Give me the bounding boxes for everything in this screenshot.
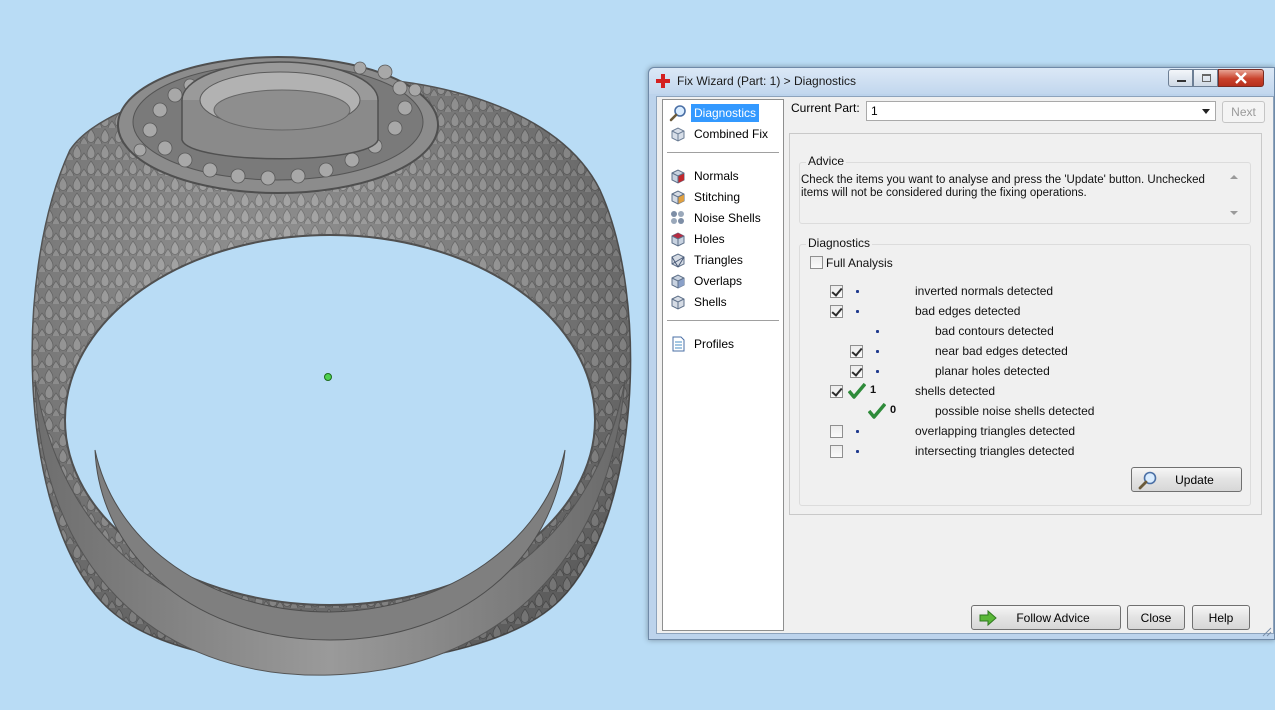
next-button[interactable]: Next [1222, 101, 1265, 123]
near-bad-edges-checkbox[interactable] [850, 345, 863, 358]
nav-divider [667, 152, 779, 153]
green-checkmark-icon [848, 383, 866, 399]
status-dot [856, 310, 859, 313]
close-button[interactable]: Close [1127, 605, 1185, 630]
nav-item-label: Combined Fix [694, 127, 769, 141]
status-dot [856, 430, 859, 433]
window-title: Fix Wizard (Part: 1) > Diagnostics [677, 74, 857, 88]
follow-advice-label: Follow Advice [1016, 610, 1090, 625]
advice-text: Check the items you want to analyse and … [801, 174, 1205, 199]
diag-row-label: planar holes detected [935, 364, 1050, 378]
planar-holes-checkbox[interactable] [850, 365, 863, 378]
nav-item-label: Overlaps [694, 274, 743, 288]
triangles-cube-icon [671, 253, 685, 268]
nav-item-stitching[interactable]: Stitching [669, 187, 777, 207]
close-icon [1235, 72, 1247, 84]
status-dot [856, 450, 859, 453]
diag-row-label: inverted normals detected [915, 284, 1054, 298]
help-label: Help [1208, 610, 1234, 625]
shells-cube-icon [671, 295, 685, 310]
update-button[interactable]: Update [1131, 467, 1242, 492]
scroll-down-icon[interactable] [1230, 211, 1238, 215]
minimize-button[interactable] [1168, 69, 1193, 87]
nav-item-label: Diagnostics [691, 104, 760, 122]
magnifier-icon [669, 105, 686, 122]
diag-row-label: near bad edges detected [935, 344, 1068, 358]
green-checkmark-icon [868, 403, 886, 419]
nav-item-diagnostics[interactable]: Diagnostics [669, 103, 777, 123]
diag-row-label: intersecting triangles detected [915, 444, 1075, 458]
nav-item-label: Shells [694, 295, 727, 309]
inverted-normals-checkbox[interactable] [830, 285, 843, 298]
nav-item-label: Profiles [694, 337, 735, 351]
status-dot [876, 370, 879, 373]
nav-item-combined-fix[interactable]: Combined Fix [669, 124, 777, 144]
stitching-cube-icon [671, 190, 685, 205]
current-part-label: Current Part: [791, 101, 860, 115]
overlapping-triangles-checkbox[interactable] [830, 425, 843, 438]
intersecting-triangles-checkbox[interactable] [830, 445, 843, 458]
nav-item-shells[interactable]: Shells [669, 292, 777, 312]
diag-row-label: shells detected [915, 384, 996, 398]
scroll-up-icon[interactable] [1230, 175, 1238, 179]
advice-title: Advice [806, 154, 847, 168]
document-icon [672, 336, 685, 352]
status-dot [876, 350, 879, 353]
close-window-button[interactable] [1218, 69, 1264, 87]
ring-model-render [31, 56, 632, 676]
nav-item-overlaps[interactable]: Overlaps [669, 271, 777, 291]
bad-edges-checkbox[interactable] [830, 305, 843, 318]
nav-divider [667, 320, 779, 321]
nav-item-normals[interactable]: Normals [669, 166, 777, 186]
nav-item-label: Stitching [694, 190, 741, 204]
3d-viewport[interactable] [0, 0, 645, 707]
diagnostics-panel: Advice Check the items you want to analy… [789, 133, 1262, 515]
diag-row-label: bad contours detected [935, 324, 1054, 338]
normals-cube-icon [671, 169, 685, 184]
diag-row-label: possible noise shells detected [935, 404, 1095, 418]
magnifier-icon [1138, 471, 1157, 490]
noise-shells-icon [671, 211, 684, 224]
follow-advice-button[interactable]: Follow Advice [971, 605, 1121, 630]
nav-item-triangles[interactable]: Triangles [669, 250, 777, 270]
current-part-dropdown[interactable]: 1 [866, 101, 1216, 121]
nav-item-label: Normals [694, 169, 739, 183]
chevron-down-icon [1202, 109, 1210, 114]
red-cross-icon [656, 74, 670, 88]
wizard-client-area: Diagnostics Combined Fix Normals Stitchi… [656, 96, 1274, 634]
nav-item-noise-shells[interactable]: Noise Shells [669, 208, 777, 228]
nav-item-holes[interactable]: Holes [669, 229, 777, 249]
cube-stack-icon [671, 127, 685, 142]
maximize-button[interactable] [1193, 69, 1218, 87]
resize-grip-icon[interactable] [1262, 627, 1272, 637]
overlaps-cube-icon [671, 274, 685, 289]
maximize-icon [1202, 74, 1211, 82]
nav-item-profiles[interactable]: Profiles [669, 334, 777, 354]
noise-shells-count: 0 [890, 404, 897, 416]
update-label: Update [1175, 472, 1214, 487]
minimize-icon [1177, 80, 1186, 82]
holes-cube-icon [671, 232, 685, 247]
diagnostics-title: Diagnostics [806, 236, 873, 250]
title-bar[interactable]: Fix Wizard (Part: 1) > Diagnostics [649, 68, 1274, 94]
help-button[interactable]: Help [1192, 605, 1250, 630]
shells-checkbox[interactable] [830, 385, 843, 398]
status-dot [876, 330, 879, 333]
green-arrow-icon [979, 609, 997, 627]
full-analysis-label: Full Analysis [826, 256, 893, 270]
full-analysis-checkbox[interactable] [810, 256, 823, 269]
pivot-point-marker [324, 373, 332, 381]
diag-row-label: overlapping triangles detected [915, 424, 1076, 438]
current-part-value: 1 [871, 104, 878, 118]
wizard-nav-panel: Diagnostics Combined Fix Normals Stitchi… [662, 99, 784, 631]
advice-scrollbar[interactable] [1226, 172, 1242, 218]
nav-item-label: Triangles [694, 253, 743, 267]
diag-row-label: bad edges detected [915, 304, 1021, 318]
nav-item-label: Noise Shells [694, 211, 761, 225]
shells-count: 1 [870, 384, 877, 396]
status-dot [856, 290, 859, 293]
close-label: Close [1140, 610, 1172, 625]
nav-item-label: Holes [694, 232, 725, 246]
fix-wizard-window: Fix Wizard (Part: 1) > Diagnostics Diagn… [648, 67, 1275, 640]
